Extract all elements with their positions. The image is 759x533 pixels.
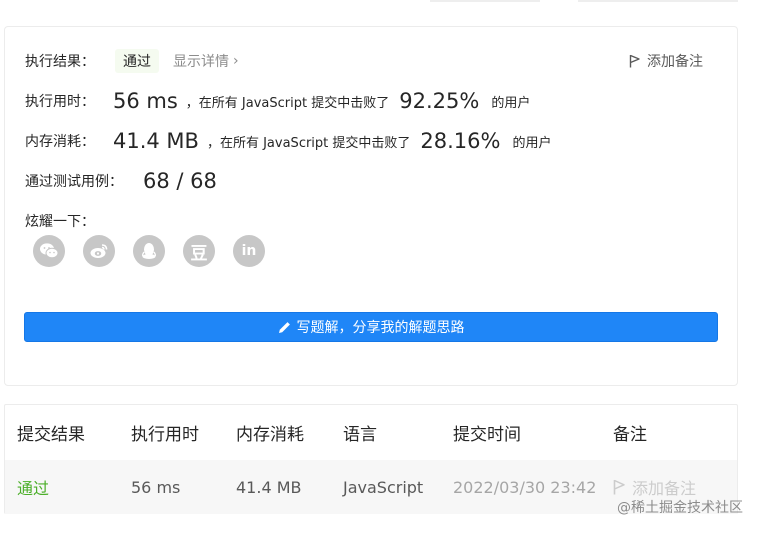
row-status-link[interactable]: 通过: [17, 460, 49, 514]
add-note-label: 添加备注: [647, 54, 703, 70]
memory-label: 内存消耗：: [25, 134, 95, 150]
runtime-compare-text: ，在所有 JavaScript 提交中击败了: [185, 95, 390, 111]
row-memory: 41.4 MB: [236, 477, 302, 497]
header-language: 语言: [343, 425, 377, 445]
header-time: 提交时间: [453, 425, 521, 445]
chevron-right-icon: ›: [233, 53, 239, 69]
qq-icon[interactable]: [133, 235, 165, 267]
result-label: 执行结果：: [25, 54, 95, 70]
top-divider-left: [430, 0, 540, 2]
memory-compare-text: ，在所有 JavaScript 提交中击败了: [206, 135, 411, 151]
test-cases-value: 68 / 68: [143, 169, 217, 193]
status-badge: 通过: [115, 49, 159, 73]
runtime-row: 执行用时： 56 ms ，在所有 JavaScript 提交中击败了 92.25…: [25, 89, 530, 113]
share-icons: 豆 in: [33, 235, 283, 267]
memory-suffix: 的用户: [512, 135, 552, 151]
test-cases-label: 通过测试用例：: [25, 174, 123, 190]
flag-icon: [613, 479, 625, 495]
row-runtime: 56 ms: [131, 477, 181, 497]
row-time: 2022/03/30 23:42: [453, 477, 597, 497]
header-runtime: 执行用时: [131, 425, 199, 445]
douban-icon[interactable]: 豆: [183, 235, 215, 267]
runtime-suffix: 的用户: [491, 95, 531, 111]
header-memory: 内存消耗: [236, 425, 304, 445]
header-status: 提交结果: [17, 425, 85, 445]
write-solution-label: 写题解，分享我的解题思路: [296, 320, 465, 336]
linkedin-icon[interactable]: in: [233, 235, 265, 267]
test-cases-row: 通过测试用例： 68 / 68: [25, 169, 217, 193]
watermark: @稀土掘金技术社区: [617, 500, 743, 516]
runtime-label: 执行用时：: [25, 94, 95, 110]
row-add-note-label: 添加备注: [632, 479, 697, 498]
share-row-label: 炫耀一下：: [25, 211, 95, 231]
result-row: 执行结果： 通过 显示详情 ›: [25, 49, 239, 73]
row-language: JavaScript: [343, 477, 424, 497]
wechat-icon[interactable]: [33, 235, 65, 267]
flag-icon: [629, 54, 640, 68]
weibo-icon[interactable]: [83, 235, 115, 267]
memory-value: 41.4 MB: [113, 129, 199, 153]
pencil-icon: [278, 321, 290, 333]
runtime-value: 56 ms: [113, 89, 178, 113]
memory-row: 内存消耗： 41.4 MB ，在所有 JavaScript 提交中击败了 28.…: [25, 129, 552, 153]
show-details-link[interactable]: 显示详情 ›: [173, 51, 239, 71]
table-header: 提交结果 执行用时 内存消耗 语言 提交时间 备注: [5, 405, 737, 460]
show-details-label: 显示详情: [173, 54, 229, 70]
memory-percent: 28.16%: [420, 129, 501, 153]
submission-result-card: 执行结果： 通过 显示详情 › 添加备注 执行用时： 56 ms ，在所有 Ja…: [4, 26, 738, 386]
header-note: 备注: [613, 425, 647, 445]
runtime-percent: 92.25%: [399, 89, 480, 113]
share-label: 炫耀一下：: [25, 214, 95, 230]
write-solution-button[interactable]: 写题解，分享我的解题思路: [24, 312, 718, 342]
add-note-button[interactable]: 添加备注: [629, 51, 703, 71]
top-divider-right: [578, 0, 738, 2]
